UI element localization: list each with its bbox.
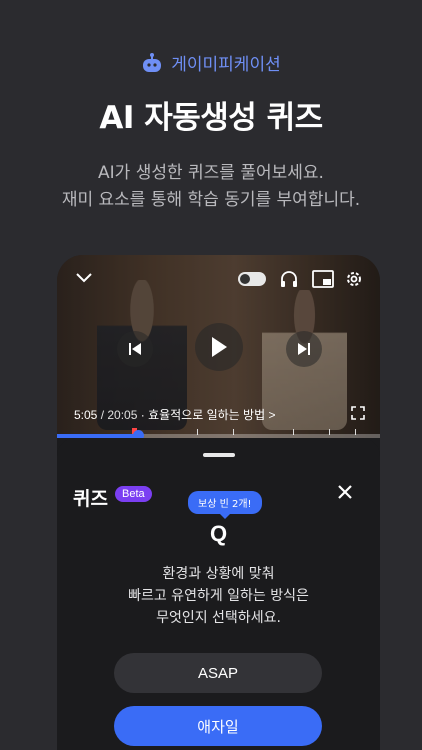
subtitle: AI가 생성한 퀴즈를 풀어보세요. 재미 요소를 통해 학습 동기를 부여합니…: [0, 160, 422, 214]
current-time: 5:05: [74, 408, 98, 422]
answer-option-agile[interactable]: 애자일: [114, 706, 322, 746]
question-text: 환경과 상황에 맞춰 빠르고 유연하게 일하는 방식은 무엇인지 선택하세요.: [57, 563, 380, 629]
reward-tooltip: 보상 빈 2개!: [188, 491, 262, 519]
chapter-link[interactable]: · 효율적으로 일하는 방법 >: [141, 408, 276, 422]
subtitle-line-1: AI가 생성한 퀴즈를 풀어보세요.: [98, 163, 324, 183]
total-time: / 20:05: [97, 408, 138, 422]
robot-icon: [143, 52, 162, 72]
quiz-title: 퀴즈: [73, 488, 108, 510]
phone-mockup: 5:05 / 20:05 · 효율적으로 일하는 방법 > 퀴즈 Beta 보상…: [57, 255, 380, 750]
toggle-icon[interactable]: [238, 272, 266, 286]
sheet-handle[interactable]: [203, 453, 235, 457]
fullscreen-icon[interactable]: [350, 405, 366, 421]
question-line-1: 환경과 상황에 맞춰: [162, 566, 275, 582]
question-label: Q: [209, 521, 228, 546]
beta-badge: Beta: [115, 486, 152, 502]
pip-icon[interactable]: [312, 269, 334, 289]
video-player[interactable]: 5:05 / 20:05 · 효율적으로 일하는 방법 >: [57, 255, 380, 441]
play-icon[interactable]: [195, 323, 243, 371]
answer-option-asap[interactable]: ASAP: [114, 653, 322, 693]
video-time: 5:05 / 20:05 · 효율적으로 일하는 방법 >: [74, 406, 275, 423]
quiz-sheet: 퀴즈 Beta 보상 빈 2개! Q 환경과 상황에 맞춰 빠르고 유연하게 일…: [57, 438, 380, 750]
gear-icon[interactable]: [344, 269, 364, 289]
headphones-icon[interactable]: [279, 269, 299, 289]
chevron-down-icon[interactable]: [73, 267, 95, 289]
question-line-3: 무엇인지 선택하세요.: [156, 610, 281, 626]
feature-badge: 게이미피케이션: [0, 50, 422, 75]
headline: AI 자동생성 퀴즈: [99, 100, 323, 136]
skip-back-icon[interactable]: [117, 331, 153, 367]
subtitle-line-2: 재미 요소를 통해 학습 동기를 부여합니다.: [61, 190, 361, 210]
badge-label: 게이미피케이션: [171, 55, 281, 75]
skip-forward-icon[interactable]: [286, 331, 322, 367]
question-line-2: 빠르고 유연하게 일하는 방식은: [128, 588, 309, 604]
close-icon[interactable]: [337, 484, 357, 504]
